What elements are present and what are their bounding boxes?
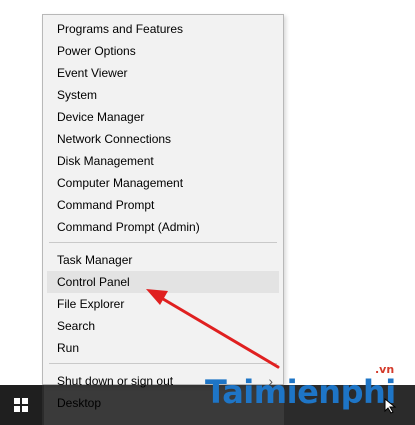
power-user-menu: Programs and Features Power Options Even… <box>42 14 284 410</box>
menu-item-programs-and-features[interactable]: Programs and Features <box>43 18 283 40</box>
watermark-domain: .vn <box>375 363 395 376</box>
menu-separator <box>49 363 277 364</box>
menu-item-command-prompt-admin[interactable]: Command Prompt (Admin) <box>43 216 283 238</box>
menu-item-computer-management[interactable]: Computer Management <box>43 172 283 194</box>
menu-item-device-manager[interactable]: Device Manager <box>43 106 283 128</box>
windows-logo-icon <box>14 398 28 412</box>
menu-separator <box>49 242 277 243</box>
menu-item-event-viewer[interactable]: Event Viewer <box>43 62 283 84</box>
menu-item-run[interactable]: Run <box>43 337 283 359</box>
menu-item-label: Shut down or sign out <box>57 374 174 388</box>
start-button[interactable] <box>0 385 42 425</box>
menu-item-file-explorer[interactable]: File Explorer <box>43 293 283 315</box>
menu-item-network-connections[interactable]: Network Connections <box>43 128 283 150</box>
menu-item-search[interactable]: Search <box>43 315 283 337</box>
mouse-cursor-icon <box>384 398 397 414</box>
menu-item-power-options[interactable]: Power Options <box>43 40 283 62</box>
menu-item-system[interactable]: System <box>43 84 283 106</box>
menu-item-command-prompt[interactable]: Command Prompt <box>43 194 283 216</box>
menu-item-control-panel[interactable]: Control Panel <box>47 271 279 293</box>
menu-item-disk-management[interactable]: Disk Management <box>43 150 283 172</box>
watermark-logo: Taimienphi <box>205 373 396 411</box>
menu-item-task-manager[interactable]: Task Manager <box>43 249 283 271</box>
